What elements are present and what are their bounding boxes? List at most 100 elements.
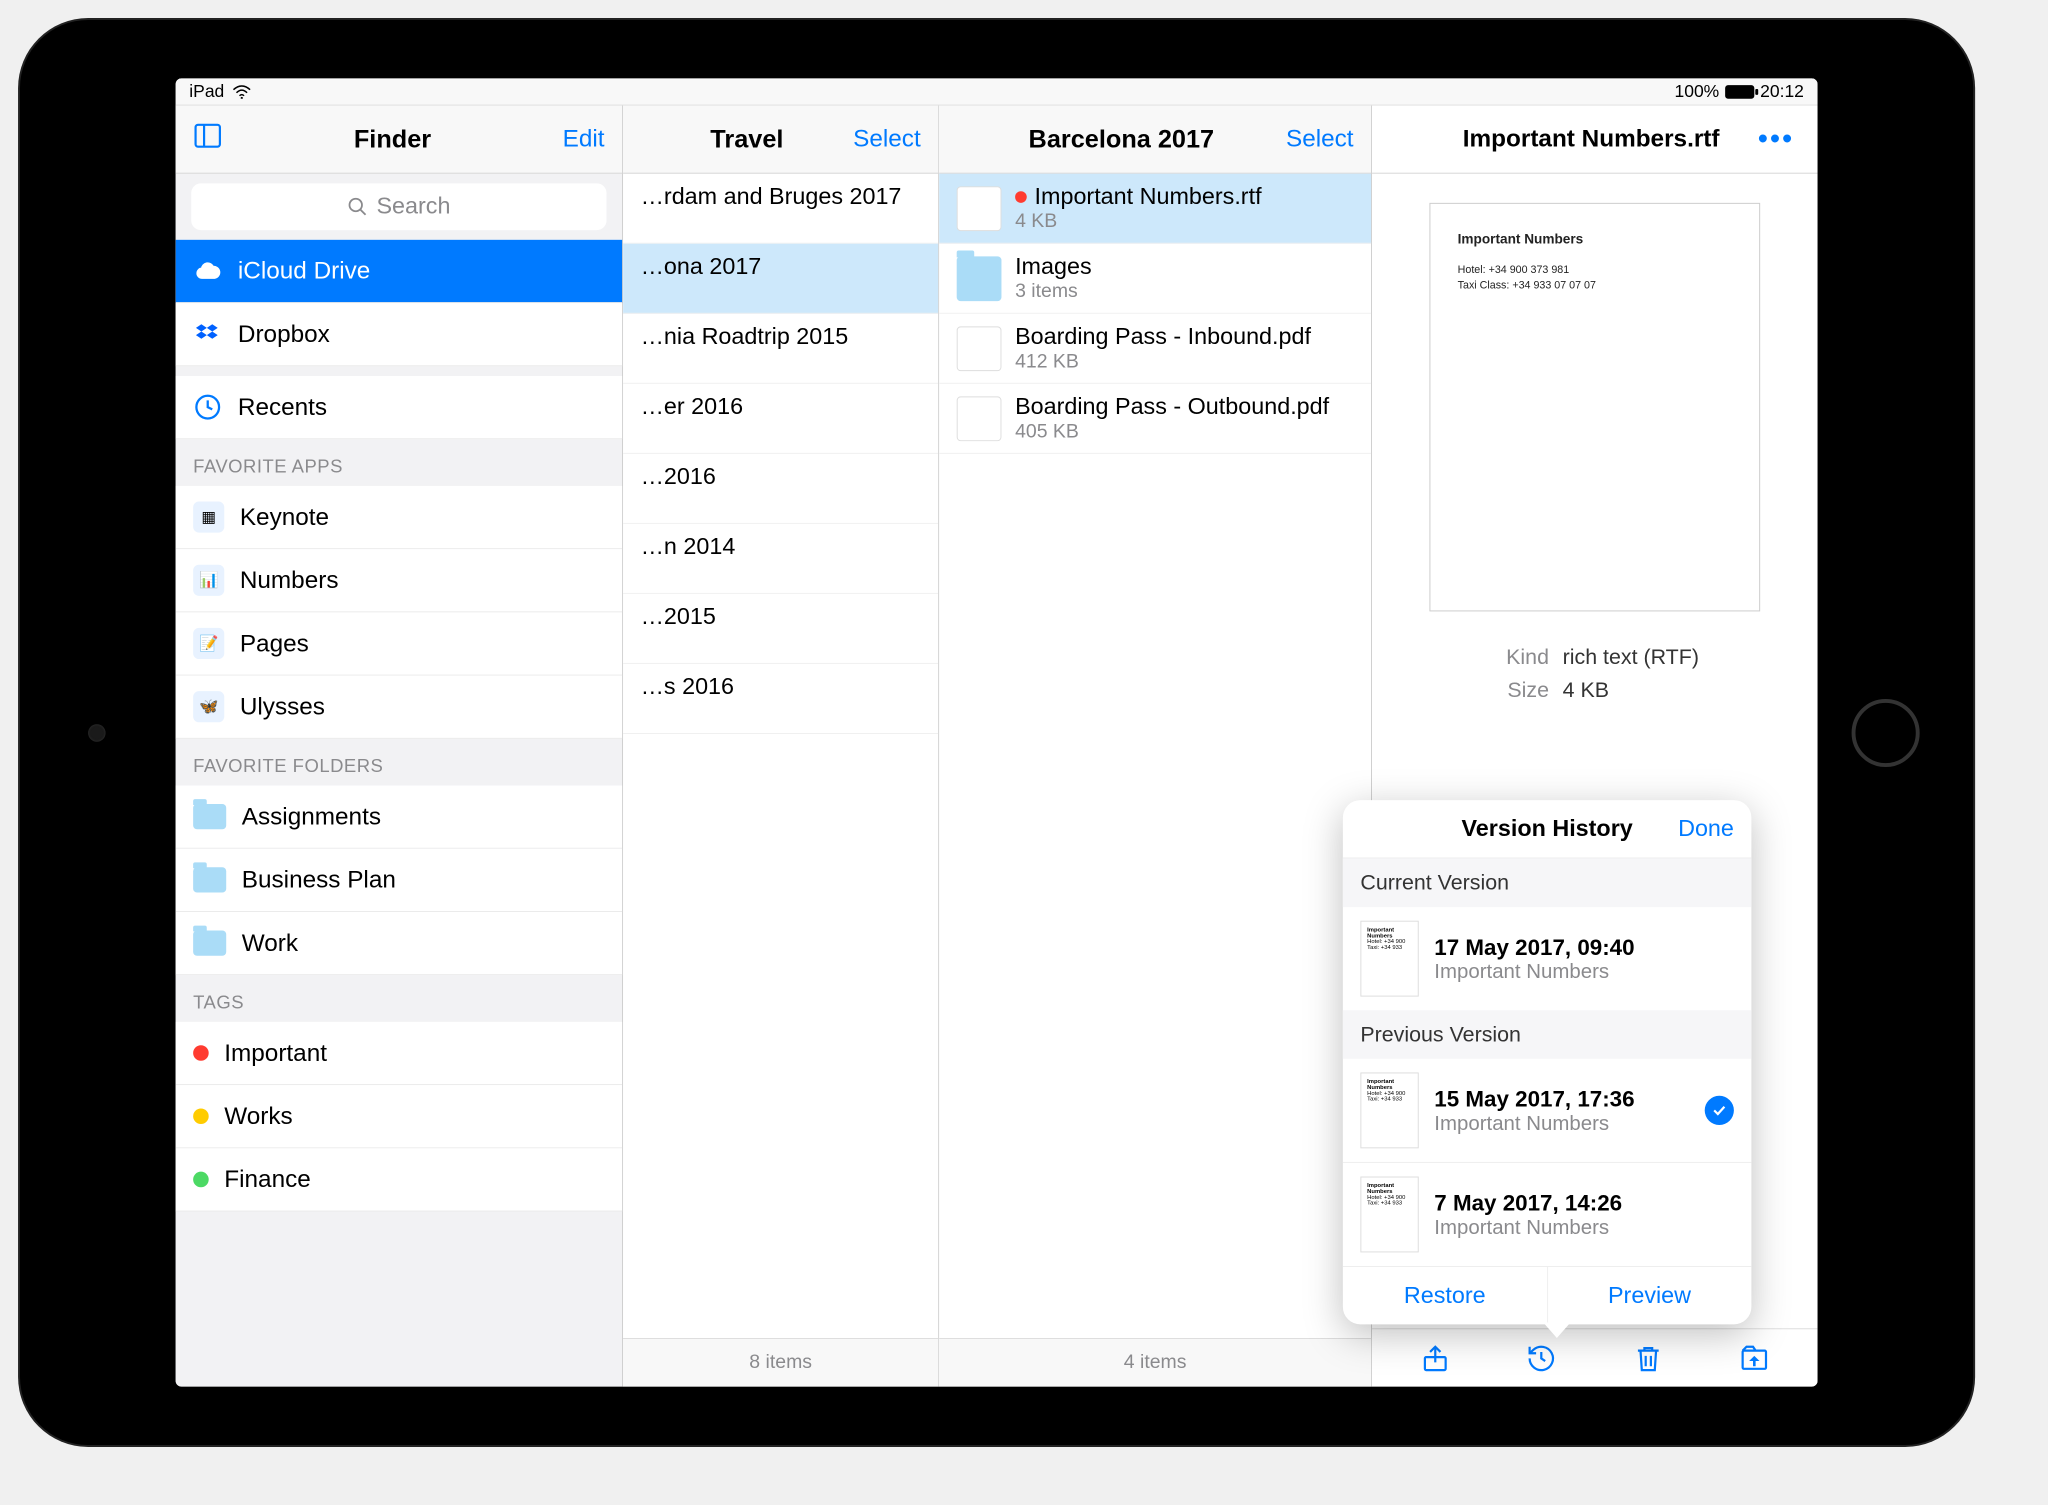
version-name: Important Numbers <box>1434 1112 1634 1135</box>
file-row[interactable]: Boarding Pass - Inbound.pdf412 KB <box>939 314 1371 384</box>
folder-icon <box>193 867 226 892</box>
sidebar-folder-work[interactable]: Work <box>176 912 622 975</box>
file-name: …ona 2017 <box>641 253 921 280</box>
file-thumb <box>957 396 1002 441</box>
preview-button[interactable]: Preview <box>1547 1267 1752 1324</box>
app-icon: 🦋 <box>193 691 224 722</box>
travel-item[interactable]: …2015 <box>623 594 938 664</box>
sidebar: Finder Edit Search iCloud DriveDropbox R… <box>176 106 623 1387</box>
select-button[interactable]: Select <box>853 125 921 153</box>
file-thumb <box>957 186 1002 231</box>
travel-title: Travel <box>710 124 783 154</box>
file-name: …rdam and Bruges 2017 <box>641 183 921 210</box>
app-icon: 📊 <box>193 565 224 596</box>
document-preview: Important Numbers Hotel: +34 900 373 981… <box>1429 203 1760 612</box>
travel-footer: 8 items <box>623 1338 938 1387</box>
battery-icon <box>1725 85 1754 99</box>
barcelona-footer: 4 items <box>939 1338 1371 1387</box>
status-bar: iPad 100% 20:12 <box>176 78 1818 105</box>
version-thumb: Important NumbersHotel: +34 900Taxi: +34… <box>1360 1072 1418 1148</box>
version-row[interactable]: Important NumbersHotel: +34 900Taxi: +34… <box>1343 1059 1752 1162</box>
file-meta: 3 items <box>1015 281 1353 303</box>
sidebar-tag-works[interactable]: Works <box>176 1085 622 1148</box>
sidebar-tag-important[interactable]: Important <box>176 1022 622 1085</box>
share-icon[interactable] <box>1414 1337 1457 1380</box>
section-fav-apps: FAVORITE APPS <box>176 439 622 486</box>
popover-title: Version History <box>1462 815 1633 842</box>
app-icon: 📝 <box>193 628 224 659</box>
tag-dot-icon <box>1015 191 1027 203</box>
file-name: Boarding Pass - Inbound.pdf <box>1015 323 1353 350</box>
app-icon: ▦ <box>193 501 224 532</box>
travel-item[interactable]: …er 2016 <box>623 384 938 454</box>
more-icon[interactable]: ••• <box>1758 123 1794 156</box>
sidebar-app-numbers[interactable]: 📊Numbers <box>176 549 622 612</box>
trash-icon[interactable] <box>1627 1337 1670 1380</box>
file-name: …er 2016 <box>641 394 921 421</box>
travel-item[interactable]: …s 2016 <box>623 664 938 734</box>
sidebar-item-label: Work <box>242 929 298 957</box>
file-name: Important Numbers.rtf <box>1015 183 1353 210</box>
move-icon[interactable] <box>1733 1337 1776 1380</box>
sidebar-app-pages[interactable]: 📝 Pages <box>176 612 622 675</box>
history-icon[interactable] <box>1520 1337 1563 1380</box>
search-input[interactable]: Search <box>191 183 606 230</box>
column-barcelona: Barcelona 2017 Select Important Numbers.… <box>939 106 1372 1387</box>
checkmark-icon <box>1705 1096 1734 1125</box>
sidebar-item-label: iCloud Drive <box>238 257 370 285</box>
file-row[interactable]: Important Numbers.rtf4 KB <box>939 174 1371 244</box>
section-fav-folders: FAVORITE FOLDERS <box>176 739 622 786</box>
file-thumb <box>957 326 1002 371</box>
home-button[interactable] <box>1852 698 1920 766</box>
tag-dot <box>193 1108 209 1124</box>
file-row[interactable]: Images3 items <box>939 244 1371 314</box>
travel-item[interactable]: …n 2014 <box>623 524 938 594</box>
sidebar-item-label: Keynote <box>240 503 329 531</box>
folder-icon <box>193 930 226 955</box>
file-name: …n 2014 <box>641 534 921 561</box>
sidebar-recents[interactable]: Recents <box>176 376 622 439</box>
file-name: …s 2016 <box>641 674 921 701</box>
select-button[interactable]: Select <box>1286 125 1354 153</box>
sidebar-location-dropbox[interactable]: Dropbox <box>176 303 622 366</box>
file-meta <box>641 701 921 723</box>
version-row[interactable]: Important NumbersHotel: +34 900Taxi: +34… <box>1343 1162 1752 1266</box>
travel-item[interactable]: …2016 <box>623 454 938 524</box>
sidebar-folder-business-plan[interactable]: Business Plan <box>176 849 622 912</box>
version-name: Important Numbers <box>1434 1216 1622 1239</box>
file-meta: 412 KB <box>1015 351 1353 373</box>
travel-item[interactable]: …ona 2017 <box>623 244 938 314</box>
version-row-current[interactable]: Important NumbersHotel: +34 900Taxi: +34… <box>1343 907 1752 1010</box>
detail-toolbar <box>1372 1328 1817 1386</box>
clock: 20:12 <box>1760 81 1804 101</box>
file-meta: 405 KB <box>1015 421 1353 443</box>
done-button[interactable]: Done <box>1678 815 1734 842</box>
file-name: …2015 <box>641 604 921 631</box>
search-icon <box>347 196 368 217</box>
file-thumb <box>957 256 1002 301</box>
restore-button[interactable]: Restore <box>1343 1267 1547 1324</box>
file-meta: 4 KB <box>1015 211 1353 233</box>
sidebar-item-label: Works <box>224 1102 292 1130</box>
travel-item[interactable]: …nia Roadtrip 2015 <box>623 314 938 384</box>
sidebar-folder-assignments[interactable]: Assignments <box>176 786 622 849</box>
file-meta <box>641 281 921 303</box>
sidebar-item-label: Assignments <box>242 803 381 831</box>
file-meta <box>641 561 921 583</box>
wifi-icon <box>232 85 251 99</box>
sidebar-app-ulysses[interactable]: 🦋Ulysses <box>176 676 622 739</box>
version-name: Important Numbers <box>1434 960 1634 983</box>
sidebar-toggle-icon[interactable] <box>193 121 222 157</box>
sidebar-app-keynote[interactable]: ▦ Keynote <box>176 486 622 549</box>
sidebar-item-label: Pages <box>240 629 309 657</box>
sidebar-location-icloud-drive[interactable]: iCloud Drive <box>176 240 622 303</box>
travel-item[interactable]: …rdam and Bruges 2017 <box>623 174 938 244</box>
device-label: iPad <box>189 81 224 101</box>
sidebar-tag-finance[interactable]: Finance <box>176 1148 622 1211</box>
file-meta <box>641 351 921 373</box>
edit-button[interactable]: Edit <box>563 125 605 153</box>
barcelona-title: Barcelona 2017 <box>1029 124 1215 154</box>
file-meta <box>641 491 921 513</box>
file-row[interactable]: Boarding Pass - Outbound.pdf405 KB <box>939 384 1371 454</box>
version-thumb: Important NumbersHotel: +34 900Taxi: +34… <box>1360 921 1418 997</box>
